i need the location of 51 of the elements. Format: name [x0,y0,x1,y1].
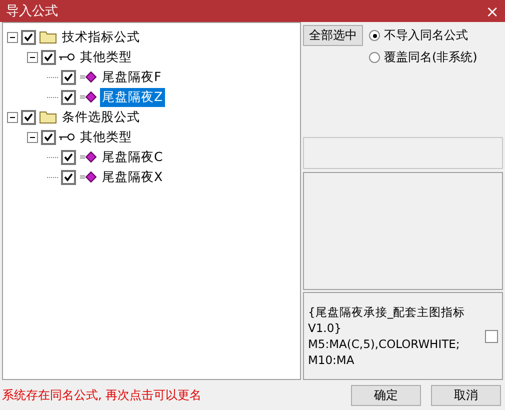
radio-button[interactable] [369,30,380,41]
check-icon [64,152,73,162]
check-icon [64,172,73,182]
checkbox[interactable] [61,70,76,84]
tree-item[interactable]: 尾盘隔夜X [100,168,165,186]
checkbox[interactable] [41,130,56,144]
preview-line: V1.0} [308,320,342,336]
check-icon [44,52,53,62]
folder-icon [39,110,57,124]
key-icon [59,132,75,142]
check-icon [64,72,73,82]
folder-icon [39,30,57,44]
preview-line: M5:MA(C,5),COLORWHITE; [308,336,461,352]
checkbox[interactable] [41,50,56,64]
formula-icon [79,171,97,183]
checkbox[interactable] [21,30,36,44]
tree-item[interactable]: 其他类型 [78,128,134,146]
radio-label[interactable]: 不导入同名公式 [384,27,468,44]
key-icon [59,52,75,62]
preview-line: M10:MA [308,352,356,368]
window-title: 导入公式 [6,3,58,20]
checkbox[interactable] [61,170,76,184]
collapse-toggle[interactable] [7,112,18,122]
tree-item[interactable]: 技术指标公式 [60,28,142,46]
checkbox[interactable] [61,90,76,104]
check-icon [24,112,33,122]
formula-icon [79,71,97,83]
tree-item[interactable]: 尾盘隔夜C [100,148,165,166]
collapse-toggle[interactable] [27,132,38,142]
preview-line: {尾盘隔夜承接_配套主图指标 [308,304,466,320]
check-icon [64,92,73,102]
radio-label[interactable]: 覆盖同名(非系统) [384,49,478,66]
checkbox[interactable] [485,330,498,342]
tree-item[interactable]: 尾盘隔夜Z [100,88,165,106]
radio-button[interactable] [369,52,380,63]
formula-icon [79,151,97,163]
collapse-toggle[interactable] [7,32,18,42]
collapse-toggle[interactable] [27,52,38,62]
select-all-button[interactable]: 全部选中 [303,25,363,46]
cancel-button[interactable]: 取消 [431,384,501,406]
ok-button[interactable]: 确定 [351,384,421,406]
checkbox[interactable] [61,150,76,164]
tree-item[interactable]: 其他类型 [78,48,134,66]
formula-icon [79,91,97,103]
close-button[interactable]: × [486,2,499,20]
status-message: 系统存在同名公式, 再次点击可以更名 [2,386,203,404]
tree-item[interactable]: 条件选股公式 [60,108,142,126]
check-icon [44,132,53,142]
tree-item[interactable]: 尾盘隔夜F [100,68,164,86]
checkbox[interactable] [21,110,36,124]
check-icon [24,32,33,42]
